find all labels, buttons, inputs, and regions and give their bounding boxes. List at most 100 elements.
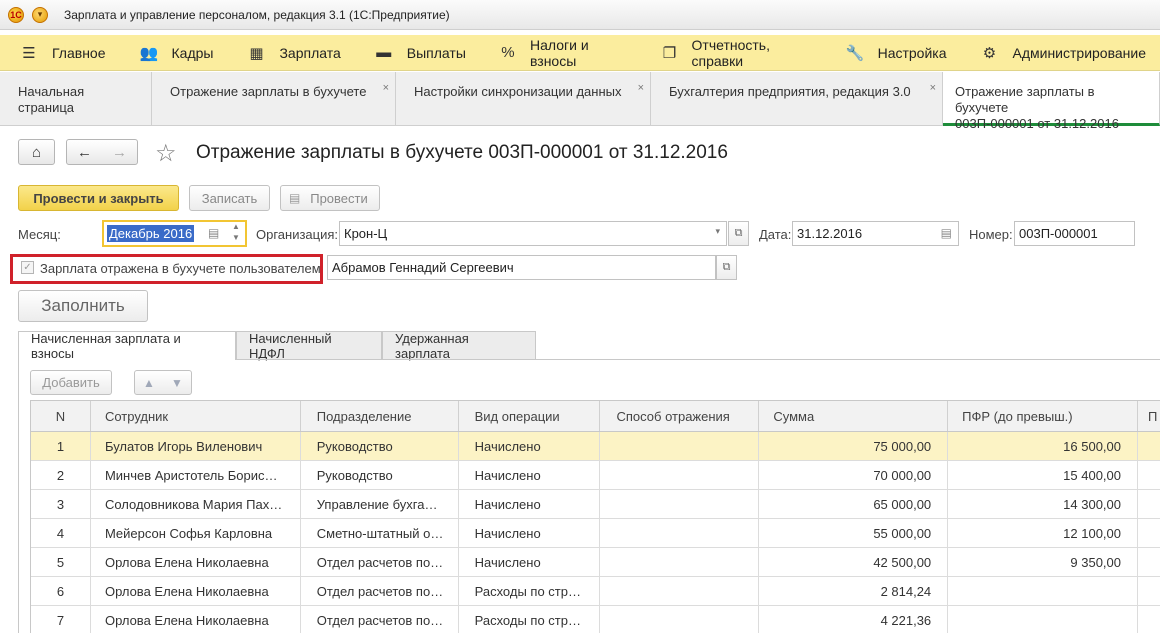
calendar-icon[interactable]: ▤ [941, 226, 952, 240]
post-and-close-button[interactable]: Провести и закрыть [18, 185, 179, 211]
column-header-department[interactable]: Подразделение [301, 401, 459, 431]
cell-pfr[interactable]: 12 100,00 [948, 519, 1138, 547]
cell-department[interactable]: Руководство [301, 461, 459, 489]
tab-accrued-salary[interactable]: Начисленная зарплата и взносы [18, 331, 236, 361]
table-row[interactable]: 6 Орлова Елена Николаевна Отдел расчетов п… [31, 577, 1160, 606]
user-field[interactable]: Абрамов Геннадий Сергеевич [327, 255, 716, 280]
column-header-n[interactable]: N [31, 401, 91, 431]
cell-more[interactable] [1138, 519, 1160, 547]
save-button[interactable]: Записать [189, 185, 270, 211]
menu-item-reports[interactable]: ❐ Отчетность, справки [641, 35, 825, 71]
tab-withheld-salary[interactable]: Удержанная зарплата [382, 331, 536, 361]
cell-method[interactable] [600, 490, 760, 518]
menu-item-calculator[interactable]: ▦ Зарплата [227, 35, 354, 71]
tab-home-page[interactable]: Начальная страница [0, 72, 152, 126]
column-header-pfr[interactable]: ПФР (до превыш.) [948, 401, 1138, 431]
cell-operation[interactable]: Начислено [459, 519, 601, 547]
favorite-star-icon[interactable]: ☆ [155, 139, 177, 168]
cell-n[interactable]: 1 [31, 432, 91, 460]
cell-pfr[interactable]: 14 300,00 [948, 490, 1138, 518]
spin-up-icon[interactable]: ▲ [232, 222, 240, 231]
tab-accrued-ndfl[interactable]: Начисленный НДФЛ [236, 331, 382, 361]
tab-sync-settings[interactable]: Настройки синхронизации данных × [396, 72, 651, 126]
cell-pfr[interactable] [948, 577, 1138, 605]
cell-employee[interactable]: Орлова Елена Николаевна [91, 548, 301, 576]
cell-operation[interactable]: Расходы по стр… [459, 606, 601, 633]
back-arrow-icon[interactable]: ← [77, 144, 92, 161]
organization-field[interactable]: Крон-Ц ▾ [339, 221, 727, 246]
cell-more[interactable] [1138, 606, 1160, 633]
month-field[interactable]: Декабрь 2016 ▤ ▲ ▼ [102, 220, 247, 247]
table-row[interactable]: 1 Булатов Игорь Виленович Руководство Начис… [31, 432, 1160, 461]
cell-n[interactable]: 3 [31, 490, 91, 518]
close-icon[interactable]: × [930, 80, 936, 96]
cell-operation[interactable]: Начислено [459, 490, 601, 518]
move-down-icon[interactable]: ▼ [171, 376, 183, 390]
cell-operation[interactable]: Начислено [459, 432, 601, 460]
spin-down-icon[interactable]: ▼ [232, 233, 240, 242]
close-icon[interactable]: × [383, 80, 389, 96]
cell-n[interactable]: 6 [31, 577, 91, 605]
cell-sum[interactable]: 65 000,00 [759, 490, 949, 518]
cell-employee[interactable]: Минчев Аристотель Борис… [91, 461, 301, 489]
reflected-by-user-checkbox[interactable]: ✓ [21, 261, 34, 274]
cell-n[interactable]: 7 [31, 606, 91, 633]
fill-button[interactable]: Заполнить [18, 290, 148, 322]
home-button[interactable]: ⌂ [18, 139, 55, 165]
cell-pfr[interactable]: 9 350,00 [948, 548, 1138, 576]
cell-method[interactable] [600, 548, 760, 576]
cell-pfr[interactable]: 15 400,00 [948, 461, 1138, 489]
table-row[interactable]: 7 Орлова Елена Николаевна Отдел расчетов п… [31, 606, 1160, 633]
dropdown-arrow-icon[interactable]: ▾ [715, 226, 720, 237]
cell-more[interactable] [1138, 577, 1160, 605]
cell-employee[interactable]: Булатов Игорь Виленович [91, 432, 301, 460]
cell-sum[interactable]: 2 814,24 [759, 577, 949, 605]
menu-item-wallet[interactable]: ▬ Выплаты [355, 35, 480, 71]
cell-sum[interactable]: 4 221,36 [759, 606, 949, 633]
cell-method[interactable] [600, 461, 760, 489]
cell-department[interactable]: Сметно-штатный о… [301, 519, 459, 547]
menu-item-gear[interactable]: ⚙ Администрирование [961, 35, 1160, 71]
cell-pfr[interactable] [948, 606, 1138, 633]
cell-employee[interactable]: Мейерсон Софья Карловна [91, 519, 301, 547]
cell-employee[interactable]: Солодовникова Мария Пах… [91, 490, 301, 518]
chevron-down-icon[interactable]: ▾ [32, 6, 48, 23]
cell-more[interactable] [1138, 461, 1160, 489]
cell-n[interactable]: 4 [31, 519, 91, 547]
close-icon[interactable]: × [638, 80, 644, 96]
move-up-icon[interactable]: ▲ [143, 376, 155, 390]
open-user-button[interactable]: ⧉ [716, 255, 737, 280]
date-field[interactable]: 31.12.2016 ▤ [792, 221, 959, 246]
menu-item-percent[interactable]: % Налоги и взносы [480, 35, 642, 71]
cell-operation[interactable]: Начислено [459, 461, 601, 489]
post-button[interactable]: ▤ Провести [280, 185, 380, 211]
menu-item-people[interactable]: 👥 Кадры [120, 35, 228, 71]
column-header-sum[interactable]: Сумма [759, 401, 949, 431]
calendar-icon[interactable]: ▤ [208, 226, 219, 240]
cell-sum[interactable]: 55 000,00 [759, 519, 949, 547]
tab-accounting-3[interactable]: Бухгалтерия предприятия, редакция 3.0 × [651, 72, 943, 126]
cell-pfr[interactable]: 16 500,00 [948, 432, 1138, 460]
cell-sum[interactable]: 42 500,00 [759, 548, 949, 576]
cell-more[interactable] [1138, 548, 1160, 576]
column-header-operation[interactable]: Вид операции [459, 401, 601, 431]
cell-department[interactable]: Управление бухга… [301, 490, 459, 518]
cell-n[interactable]: 2 [31, 461, 91, 489]
cell-method[interactable] [600, 577, 760, 605]
cell-department[interactable]: Отдел расчетов по… [301, 577, 459, 605]
cell-operation[interactable]: Расходы по стр… [459, 577, 601, 605]
cell-method[interactable] [600, 519, 760, 547]
menu-item-wrench[interactable]: 🔧 Настройка [826, 35, 961, 71]
tab-current-document[interactable]: Отражение зарплаты в бухучете 003П-00000… [943, 72, 1160, 131]
cell-department[interactable]: Отдел расчетов по… [301, 606, 459, 633]
column-header-more[interactable]: П [1138, 401, 1160, 431]
tab-salary-reflection-list[interactable]: Отражение зарплаты в бухучете × [152, 72, 396, 126]
cell-operation[interactable]: Начислено [459, 548, 601, 576]
number-field[interactable]: 003П-000001 [1014, 221, 1135, 246]
cell-employee[interactable]: Орлова Елена Николаевна [91, 577, 301, 605]
menu-item-hamburger[interactable]: ☰ Главное [0, 35, 120, 71]
cell-more[interactable] [1138, 432, 1160, 460]
add-row-button[interactable]: Добавить [30, 370, 112, 395]
table-row[interactable]: 3 Солодовникова Мария Пах… Управление бухг… [31, 490, 1160, 519]
1c-logo-icon[interactable]: 1C [8, 6, 24, 23]
